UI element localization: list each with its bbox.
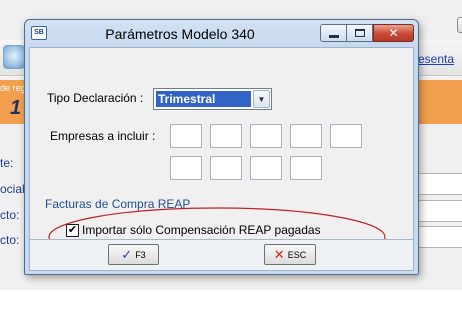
- tipo-declaracion-select[interactable]: Trimestral ▼: [153, 88, 272, 110]
- cancel-x-icon: ✕: [273, 247, 285, 262]
- reap-checkbox[interactable]: ✔: [66, 223, 79, 237]
- background-input[interactable]: [416, 200, 462, 222]
- background-field-label: cto:: [0, 233, 20, 247]
- close-button[interactable]: ✕: [373, 24, 414, 42]
- empresas-label: Empresas a incluir :: [50, 129, 156, 143]
- empresa-input[interactable]: [170, 156, 202, 180]
- empresa-input[interactable]: [290, 156, 322, 180]
- background-orange-caption: de reg: [0, 83, 26, 93]
- reap-checkbox-row[interactable]: ✔ Importar sólo Compensación REAP pagada…: [66, 223, 321, 237]
- dialog-title: Parámetros Modelo 340: [105, 26, 255, 42]
- tipo-declaracion-value: Trimestral: [156, 91, 251, 107]
- section-title-reap: Facturas de Compra REAP: [45, 197, 191, 211]
- parametros-dialog: SB Parámetros Modelo 340 ✕ Tipo Declarac…: [24, 19, 419, 275]
- minimize-button[interactable]: [320, 24, 347, 42]
- check-icon: ✓: [121, 247, 133, 262]
- empresa-input[interactable]: [330, 124, 362, 148]
- minimize-icon: [328, 34, 339, 38]
- background-orange-number: 1: [10, 97, 22, 119]
- maximize-button[interactable]: [347, 24, 373, 42]
- background-link[interactable]: resenta: [414, 52, 454, 66]
- f3-button-label: F3: [135, 249, 146, 260]
- empresa-input[interactable]: [290, 124, 322, 148]
- background-field-label: te:: [0, 156, 14, 170]
- chevron-down-icon[interactable]: ▼: [253, 90, 270, 108]
- accept-f3-button[interactable]: ✓ F3: [108, 244, 159, 265]
- checkmark-icon: ✔: [67, 223, 78, 236]
- background-bottom-area: [0, 290, 462, 316]
- maximize-icon: [354, 29, 365, 37]
- dialog-title-bar[interactable]: SB Parámetros Modelo 340 ✕: [25, 20, 418, 47]
- background-field-label: ocial: [0, 182, 25, 196]
- tipo-declaracion-label: Tipo Declaración :: [47, 91, 144, 105]
- empresa-input[interactable]: [170, 124, 202, 148]
- empresa-input[interactable]: [210, 124, 242, 148]
- background-top-button[interactable]: [457, 17, 462, 33]
- reap-checkbox-label: Importar sólo Compensación REAP pagadas: [82, 223, 321, 237]
- background-input[interactable]: [416, 173, 462, 195]
- close-icon: ✕: [388, 26, 399, 40]
- toolbar-search-icon[interactable]: [3, 45, 25, 69]
- background-input[interactable]: [416, 226, 462, 248]
- dialog-client-area: Tipo Declaración : Trimestral ▼ Empresas…: [29, 47, 414, 271]
- dialog-footer: [30, 240, 413, 270]
- empresa-input[interactable]: [250, 156, 282, 180]
- cancel-esc-button[interactable]: ✕ ESC: [264, 244, 316, 265]
- background-field-label: cto:: [0, 208, 20, 222]
- empresa-input[interactable]: [250, 124, 282, 148]
- empresa-input[interactable]: [210, 156, 242, 180]
- esc-button-label: ESC: [287, 249, 307, 260]
